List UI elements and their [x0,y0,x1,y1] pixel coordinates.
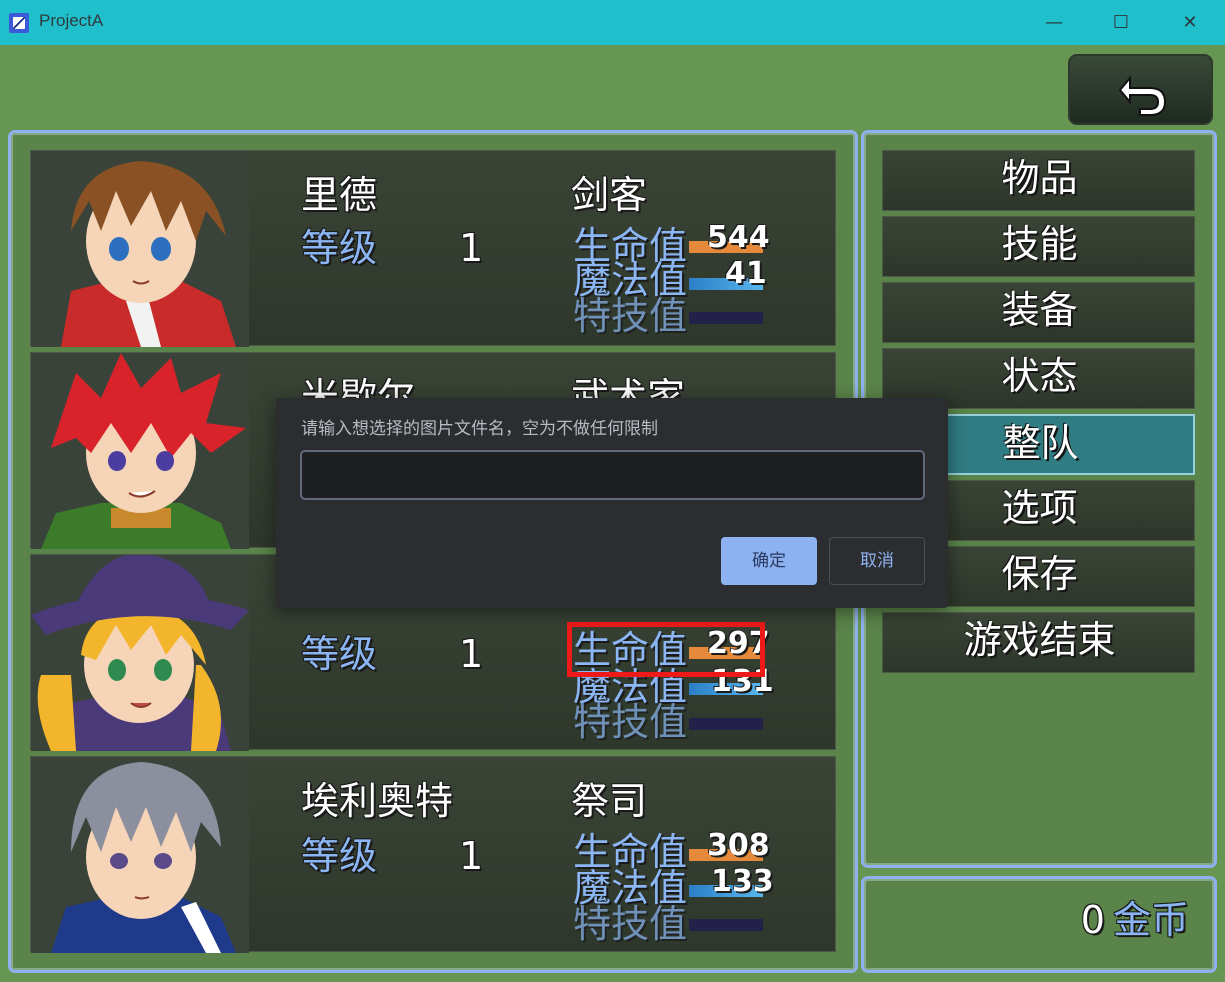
dialog-message: 请输入想选择的图片文件名，空为不做任何限制 [301,419,658,439]
actor-tp-label-4: 特技值 [573,902,688,946]
minimize-button[interactable]: — [1039,8,1069,38]
actor-name-1: 里德 [301,173,378,217]
gold-window: 0 金币 [861,876,1217,973]
maximize-button[interactable]: ☐ [1106,8,1136,38]
actor-portrait-2 [31,353,249,549]
actor-card-4[interactable]: 埃利奥特 祭司 等级 1 生命值 魔法值 特技值 308 133 [30,756,836,953]
close-button[interactable]: ✕ [1175,8,1205,38]
actor-portrait-3 [31,555,249,751]
menu-item-label: 游戏结束 [963,618,1116,662]
back-button[interactable] [1068,54,1213,125]
actor-hp-value-4: 308 [707,828,770,863]
actor-mp-value-1: 41 [725,256,767,291]
actor-tp-label-3: 特技值 [573,700,688,744]
actor-level-label-1: 等级 [301,226,378,270]
filename-prompt-dialog: 请输入想选择的图片文件名，空为不做任何限制 确定 取消 [276,398,948,608]
filename-input[interactable] [300,450,925,500]
actor-class-4: 祭司 [571,779,648,823]
menu-item-label: 状态 [1001,354,1078,398]
actor-tp-label-1: 特技值 [573,294,688,338]
actor-portrait-1 [31,151,249,347]
menu-item-skills[interactable]: 技能 [882,216,1195,277]
actor-portrait-4 [31,757,249,953]
actor-level-label-4: 等级 [301,834,378,878]
actor-level-4: 1 [459,834,484,878]
actor-hp-value-1: 544 [707,220,770,255]
actor-tp-gauge-4 [689,919,763,931]
gold-unit: 金币 [1112,898,1189,942]
gold-amount: 0 [1080,898,1105,942]
cancel-button[interactable]: 取消 [829,537,925,585]
actor-name-4: 埃利奥特 [301,779,454,823]
actor-card-1[interactable]: 里德 剑客 等级 1 生命值 魔法值 特技值 544 41 [30,150,836,347]
actor-class-1: 剑客 [571,173,648,217]
menu-item-equip[interactable]: 装备 [882,282,1195,343]
menu-item-label: 装备 [1001,288,1078,332]
return-arrow-icon [1118,75,1167,116]
window-title: ProjectA [39,11,104,30]
menu-item-game-end[interactable]: 游戏结束 [882,612,1195,673]
app-icon [9,13,29,33]
actor-level-3: 1 [459,632,484,676]
actor-level-1: 1 [459,226,484,270]
actor-tp-gauge-3 [689,718,763,730]
actor-mp-value-4: 133 [711,864,774,899]
title-bar: ProjectA — ☐ ✕ [0,0,1225,45]
menu-item-label: 物品 [1001,156,1078,200]
actor-tp-gauge-1 [689,312,763,324]
highlight-box [567,622,765,677]
ok-button[interactable]: 确定 [721,537,817,585]
menu-item-label: 技能 [1001,222,1078,266]
actor-level-label-3: 等级 [301,632,378,676]
menu-item-items[interactable]: 物品 [882,150,1195,211]
